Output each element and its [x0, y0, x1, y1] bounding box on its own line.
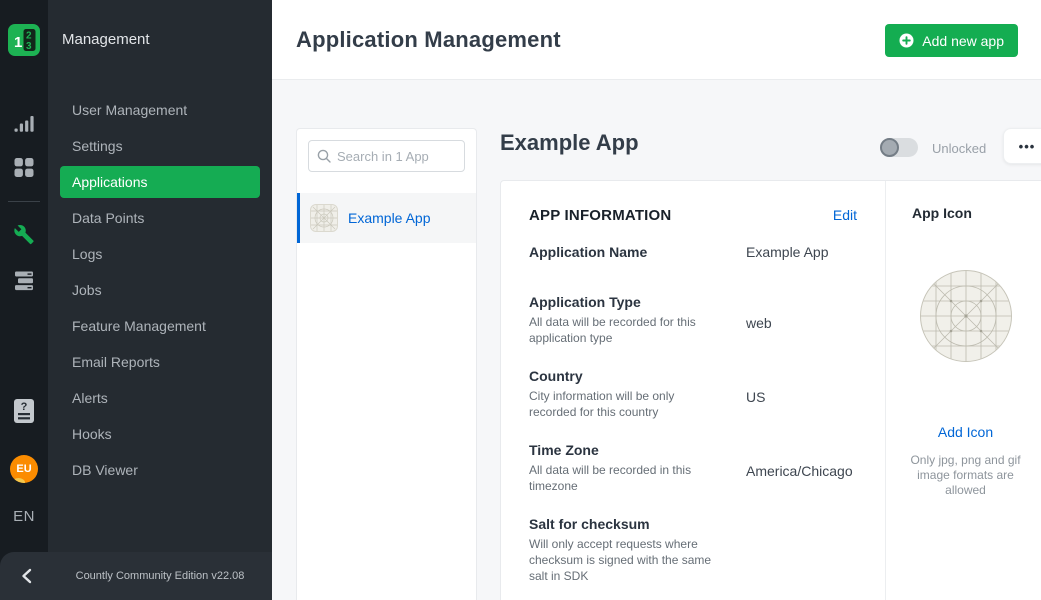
- search-input[interactable]: [337, 149, 456, 164]
- field-description: City information will be only recorded f…: [529, 388, 720, 420]
- add-new-app-label: Add new app: [922, 33, 1004, 49]
- toggle-knob-icon: [880, 138, 899, 157]
- page-header: Application Management Add new app: [272, 0, 1041, 80]
- lock-state-label: Unlocked: [932, 141, 986, 156]
- sidebar-item-logs[interactable]: Logs: [60, 238, 260, 270]
- sidebar-menu-list: User Management Settings Applications Da…: [48, 94, 272, 490]
- field-value: US: [746, 368, 765, 420]
- field-application-name: Application Name Example App: [529, 244, 857, 260]
- wrench-icon[interactable]: [14, 224, 35, 245]
- sidebar-item-feature-management[interactable]: Feature Management: [60, 310, 260, 342]
- field-value: web: [746, 294, 772, 346]
- app-detail-title: Example App: [500, 130, 639, 156]
- field-label: Application Type: [529, 294, 720, 310]
- field-salt-for-checksum: Salt for checksum Will only accept reque…: [529, 516, 857, 584]
- page-title: Application Management: [296, 27, 561, 53]
- countly-logo-icon[interactable]: 1 2 3: [8, 24, 40, 56]
- avatar-initials: EU: [16, 463, 31, 475]
- svg-text:2: 2: [26, 31, 32, 42]
- sidebar-item-db-viewer[interactable]: DB Viewer: [60, 454, 260, 486]
- analytics-icon[interactable]: [14, 114, 34, 134]
- app-icon-heading: App Icon: [912, 205, 1041, 221]
- field-value: America/Chicago: [746, 442, 853, 494]
- app-information-column: APP INFORMATION Edit Application Name Ex…: [501, 181, 885, 600]
- field-time-zone: Time Zone All data will be recorded in t…: [529, 442, 857, 494]
- app-list-item-label: Example App: [348, 210, 431, 226]
- field-value: Example App: [746, 244, 829, 260]
- sidebar-title: Management: [62, 31, 150, 48]
- icon-rail: 1 2 3: [0, 0, 48, 600]
- add-icon-link[interactable]: Add Icon: [886, 424, 1041, 440]
- field-description: All data will be recorded in this timezo…: [529, 462, 720, 494]
- sidebar-footer: Countly Community Edition v22.08: [0, 552, 272, 600]
- sidebar-item-email-reports[interactable]: Email Reports: [60, 346, 260, 378]
- svg-text:3: 3: [26, 41, 32, 52]
- more-options-button[interactable]: •••: [1003, 128, 1041, 164]
- app-search-box: [308, 140, 465, 172]
- sidebar-item-jobs[interactable]: Jobs: [60, 274, 260, 306]
- search-icon: [317, 149, 331, 163]
- field-country: Country City information will be only re…: [529, 368, 857, 420]
- field-label: Country: [529, 368, 720, 384]
- help-report-icon[interactable]: ?: [13, 398, 35, 424]
- field-application-type: Application Type All data will be record…: [529, 294, 857, 346]
- sidebar-item-alerts[interactable]: Alerts: [60, 382, 260, 414]
- sidebar-item-hooks[interactable]: Hooks: [60, 418, 260, 450]
- user-avatar[interactable]: EU: [10, 455, 38, 483]
- plus-circle-icon: [899, 33, 914, 48]
- add-new-app-button[interactable]: Add new app: [885, 24, 1018, 57]
- app-list-item-example-app[interactable]: Example App: [297, 193, 476, 243]
- edition-version-label: Countly Community Edition v22.08: [48, 552, 272, 600]
- app-information-heading: APP INFORMATION: [529, 207, 671, 224]
- language-selector[interactable]: EN: [0, 508, 48, 525]
- dashboard-grid-icon[interactable]: [15, 158, 34, 177]
- sidebar-item-user-management[interactable]: User Management: [60, 94, 260, 126]
- field-description: All data will be recorded for this appli…: [529, 314, 720, 346]
- sidebar-item-data-points[interactable]: Data Points: [60, 202, 260, 234]
- content-area: Example App Example App Unlocked ••• APP…: [272, 80, 1041, 600]
- edit-link[interactable]: Edit: [833, 207, 857, 223]
- rail-divider: [8, 201, 40, 202]
- icon-format-hint: Only jpg, png and gif image formats are …: [899, 453, 1033, 498]
- sidebar-item-applications[interactable]: Applications: [60, 166, 260, 198]
- app-icon-placeholder: [920, 270, 1012, 362]
- lock-toggle[interactable]: [880, 138, 918, 157]
- field-label: Time Zone: [529, 442, 720, 458]
- app-list-panel: Example App: [296, 128, 477, 600]
- app-information-card: APP INFORMATION Edit Application Name Ex…: [500, 180, 1041, 600]
- field-description: Will only accept requests where checksum…: [529, 536, 720, 584]
- app-thumbnail-icon: [310, 204, 338, 232]
- server-icon[interactable]: [14, 270, 34, 292]
- collapse-sidebar-icon[interactable]: [15, 565, 37, 587]
- svg-text:1: 1: [14, 34, 22, 51]
- field-label: Application Name: [529, 244, 720, 260]
- app-icon-panel: App Icon Add Icon Only jpg, png: [885, 181, 1041, 600]
- field-label: Salt for checksum: [529, 516, 720, 532]
- sidebar-item-settings[interactable]: Settings: [60, 130, 260, 162]
- svg-text:?: ?: [21, 401, 28, 413]
- management-sidebar: Management User Management Settings Appl…: [48, 0, 272, 600]
